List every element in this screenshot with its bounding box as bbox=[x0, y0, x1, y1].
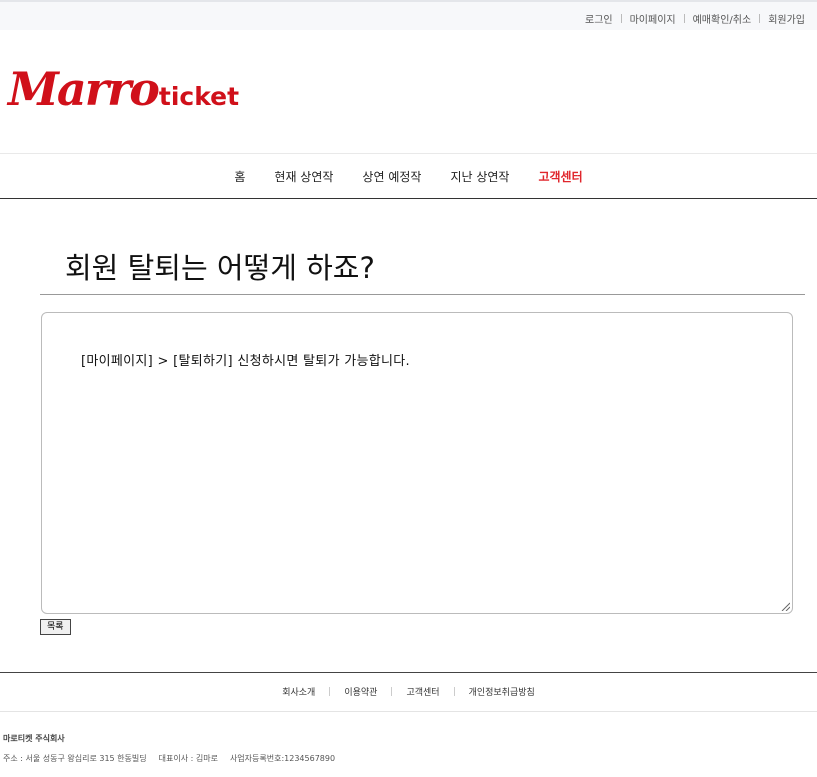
footer-link-about[interactable]: 회사소개 bbox=[282, 685, 315, 698]
faq-answer-text: [마이페이지] > [탈퇴하기] 신청하시면 탈퇴가 가능합니다. bbox=[81, 354, 410, 369]
resize-handle-icon[interactable] bbox=[780, 601, 790, 611]
footer-link-divider bbox=[329, 687, 331, 696]
footer-divider bbox=[0, 672, 817, 673]
top-utility-bar: 로그인 마이페이지 예매확인/취소 회원가입 bbox=[0, 0, 817, 30]
login-link[interactable]: 로그인 bbox=[585, 11, 613, 26]
top-links: 로그인 마이페이지 예매확인/취소 회원가입 bbox=[585, 11, 805, 26]
nav-item-home[interactable]: 홈 bbox=[234, 168, 245, 185]
nav-item-past-shows[interactable]: 지난 상연작 bbox=[450, 168, 509, 185]
top-link-divider bbox=[759, 14, 761, 23]
company-address: 주소 : 서울 성동구 왕십리로 315 한동빌딩 bbox=[3, 754, 147, 763]
footer-links: 회사소개 이용약관 고객센터 개인정보취급방침 bbox=[0, 685, 817, 698]
mypage-link[interactable]: 마이페이지 bbox=[630, 11, 676, 26]
logo-script-text: Marro bbox=[8, 62, 160, 116]
company-business-number: 사업자등록번호:1234567890 bbox=[229, 754, 336, 763]
booking-check-cancel-link[interactable]: 예매확인/취소 bbox=[693, 11, 752, 26]
company-name: 마로티켓 주식회사 bbox=[3, 734, 65, 743]
footer-link-terms[interactable]: 이용약관 bbox=[344, 685, 377, 698]
nav-item-customer-center[interactable]: 고객센터 bbox=[538, 168, 582, 185]
footer-link-divider bbox=[453, 687, 455, 696]
faq-answer-box[interactable]: [마이페이지] > [탈퇴하기] 신청하시면 탈퇴가 가능합니다. bbox=[41, 312, 793, 614]
list-button[interactable]: 목록 bbox=[40, 619, 71, 635]
footer-link-customer-center[interactable]: 고객센터 bbox=[406, 685, 439, 698]
footer-link-privacy[interactable]: 개인정보취급방침 bbox=[469, 685, 535, 698]
footer-divider-light bbox=[0, 711, 817, 712]
nav-item-current-shows[interactable]: 현재 상연작 bbox=[274, 168, 333, 185]
company-ceo: 대표이사 : 김마로 bbox=[158, 754, 218, 763]
top-link-divider bbox=[620, 14, 622, 23]
title-divider bbox=[40, 294, 805, 295]
main-nav: 홈 현재 상연작 상연 예정작 지난 상연작 고객센터 bbox=[0, 153, 817, 199]
nav-item-upcoming-shows[interactable]: 상연 예정작 bbox=[362, 168, 421, 185]
footer-link-divider bbox=[391, 687, 393, 696]
top-link-divider bbox=[683, 14, 685, 23]
logo-word-text: ticket bbox=[158, 82, 240, 111]
signup-link[interactable]: 회원가입 bbox=[768, 11, 805, 26]
faq-question-title: 회원 탈퇴는 어떻게 하죠? bbox=[65, 251, 375, 285]
site-logo[interactable]: Marro ticket bbox=[8, 52, 239, 112]
company-info: 주소 : 서울 성동구 왕십리로 315 한동빌딩 대표이사 : 김마로 사업자… bbox=[3, 753, 347, 764]
